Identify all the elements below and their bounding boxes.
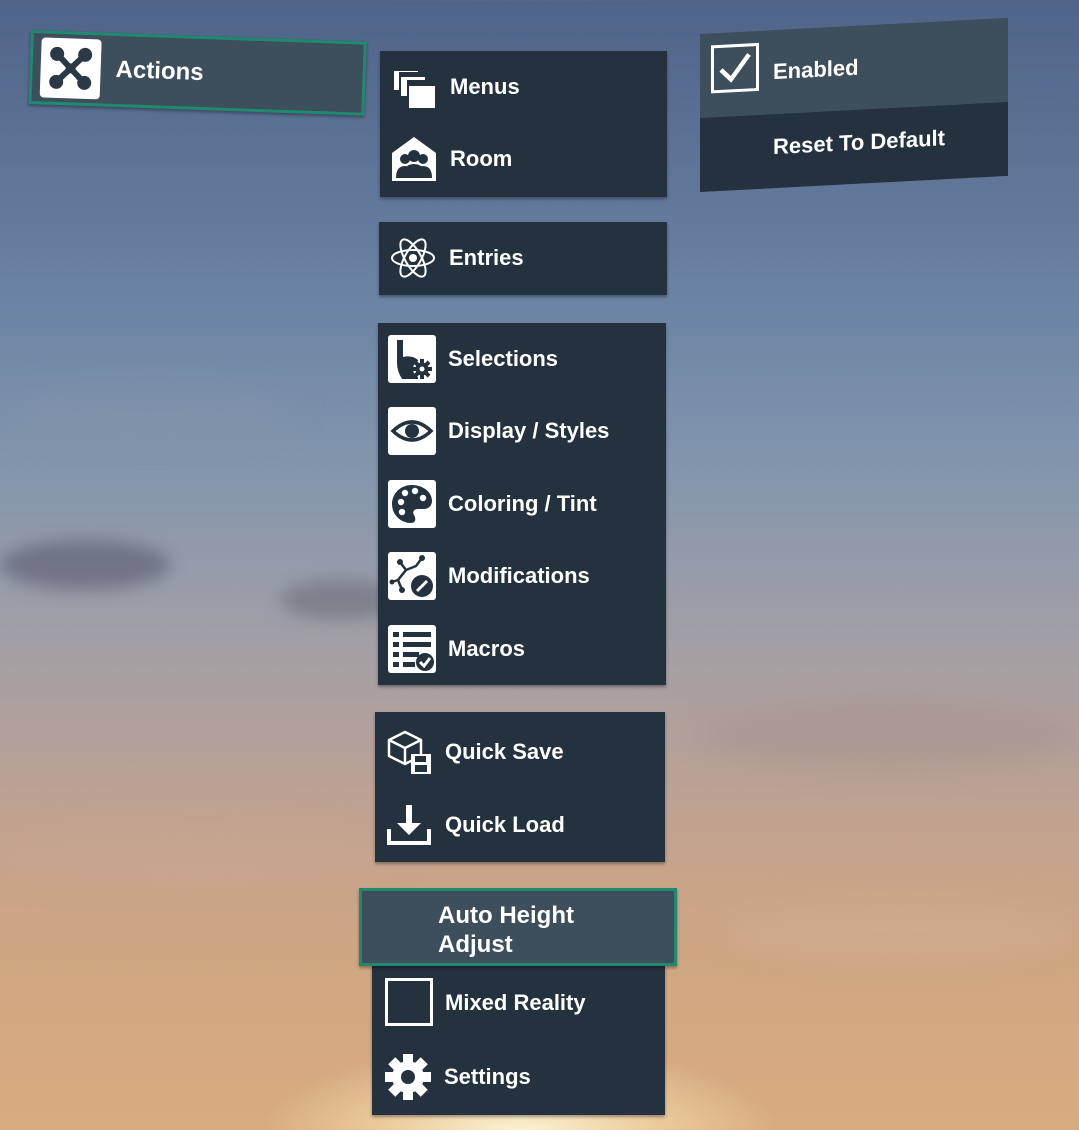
menu-group-quick: Quick Save Quick Load: [375, 712, 665, 862]
auto-height-adjust-toggle[interactable]: Auto Height Adjust: [359, 888, 677, 966]
menu-item-selections[interactable]: Selections: [378, 323, 666, 395]
options-panel: Enabled Reset To Default: [700, 17, 1008, 192]
menu-item-label: Menus: [450, 74, 520, 99]
menu-item-label: Mixed Reality: [445, 990, 586, 1015]
cube-save-icon: [385, 728, 433, 776]
menu-item-label: Modifications: [448, 563, 590, 588]
menu-group-entries: Entries: [379, 222, 667, 295]
auto-height-label: Auto Height Adjust: [438, 902, 574, 958]
cloud: [720, 900, 1079, 960]
actions-tile[interactable]: Actions: [28, 30, 367, 116]
menu-item-label: Room: [450, 146, 513, 171]
molecule-edit-icon: [388, 552, 436, 600]
menu-item-label: Quick Load: [445, 812, 565, 837]
menu-item-mixed-reality[interactable]: Mixed Reality: [372, 967, 665, 1039]
cloud: [0, 540, 170, 590]
cloud: [0, 820, 400, 890]
menu-item-label: Display / Styles: [448, 418, 610, 443]
gear-icon: [384, 1053, 432, 1101]
menu-group-environment: Mixed Reality Settings: [372, 965, 665, 1115]
menu-item-label: Quick Save: [445, 739, 564, 764]
network-nodes-icon: [39, 37, 102, 100]
menu-item-label: Entries: [449, 245, 524, 270]
room-people-icon: [390, 135, 438, 183]
windows-stack-icon: [390, 63, 438, 111]
menu-item-macros[interactable]: Macros: [378, 613, 666, 685]
checkmark-icon: [719, 53, 751, 83]
enabled-checkbox[interactable]: [711, 42, 759, 94]
menu-group-general: Menus Room: [380, 51, 667, 197]
cloud: [700, 700, 1079, 770]
menu-item-label: Settings: [444, 1064, 531, 1089]
enabled-label: Enabled: [773, 54, 859, 85]
eye-icon: [388, 407, 436, 455]
cloud: [0, 380, 300, 440]
reset-to-default-button[interactable]: Reset To Default: [700, 101, 1008, 192]
download-icon: [385, 801, 433, 849]
menu-item-label: Macros: [448, 636, 526, 661]
menu-item-label: Selections: [448, 346, 559, 371]
atom-icon: [389, 234, 437, 282]
actions-label: Actions: [115, 55, 205, 87]
menu-item-room[interactable]: Room: [380, 123, 667, 195]
reset-label: Reset To Default: [773, 125, 945, 160]
menu-item-menus[interactable]: Menus: [380, 51, 667, 123]
menu-item-modifications[interactable]: Modifications: [378, 540, 666, 612]
mixed-reality-checkbox[interactable]: [385, 978, 433, 1026]
menu-item-quick-save[interactable]: Quick Save: [375, 716, 665, 788]
menu-item-label: Coloring / Tint: [448, 491, 597, 516]
enabled-toggle[interactable]: Enabled: [700, 17, 1008, 118]
hand-pointer-gear-icon: [388, 335, 436, 383]
menu-group-tools: Selections Display / Styles Coloring / T…: [378, 323, 666, 685]
menu-item-settings[interactable]: Settings: [372, 1041, 665, 1113]
menu-item-display-styles[interactable]: Display / Styles: [378, 395, 666, 467]
menu-item-entries[interactable]: Entries: [379, 222, 667, 294]
menu-item-coloring-tint[interactable]: Coloring / Tint: [378, 468, 666, 540]
palette-icon: [388, 480, 436, 528]
checklist-icon: [388, 625, 436, 673]
menu-item-quick-load[interactable]: Quick Load: [375, 789, 665, 861]
